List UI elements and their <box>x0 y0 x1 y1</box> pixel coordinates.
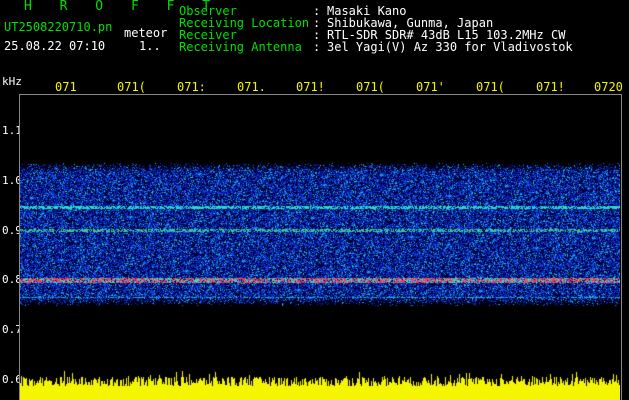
time-tick-6: 071( <box>356 80 385 94</box>
time-tick-4: 071. <box>237 80 266 94</box>
file-counter: 1.. <box>139 39 161 53</box>
signal-level-bar <box>20 366 620 400</box>
time-tick-2: 071( <box>117 80 146 94</box>
antenna-value: 3el Yagi(V) Az 330 for Vladivostok <box>327 40 573 54</box>
time-tick-1: 071 <box>55 80 77 94</box>
time-tick-9: 071! <box>536 80 565 94</box>
file-suffix: meteor <box>124 26 168 40</box>
spectrogram-window: H R O F F T UT2508220710.pn meteor 25.08… <box>0 0 629 400</box>
time-tick-5: 071! <box>296 80 325 94</box>
spectrogram-canvas <box>20 94 620 380</box>
time-tick-3: 071: <box>177 80 206 94</box>
y-axis-unit: kHz <box>2 75 22 88</box>
file-datetime: 25.08.22 07:10 <box>4 39 106 53</box>
file-name: UT2508220710.pn <box>4 20 113 34</box>
antenna-sep: : <box>313 40 321 54</box>
antenna-label: Receiving Antenna <box>179 40 302 54</box>
time-tick-7: 071' <box>416 80 445 94</box>
time-tick-10: 0720 <box>594 80 623 94</box>
plot-frame-left <box>19 94 20 400</box>
time-tick-8: 071( <box>476 80 505 94</box>
plot-frame-top <box>19 94 622 95</box>
plot-frame-right <box>621 94 622 400</box>
